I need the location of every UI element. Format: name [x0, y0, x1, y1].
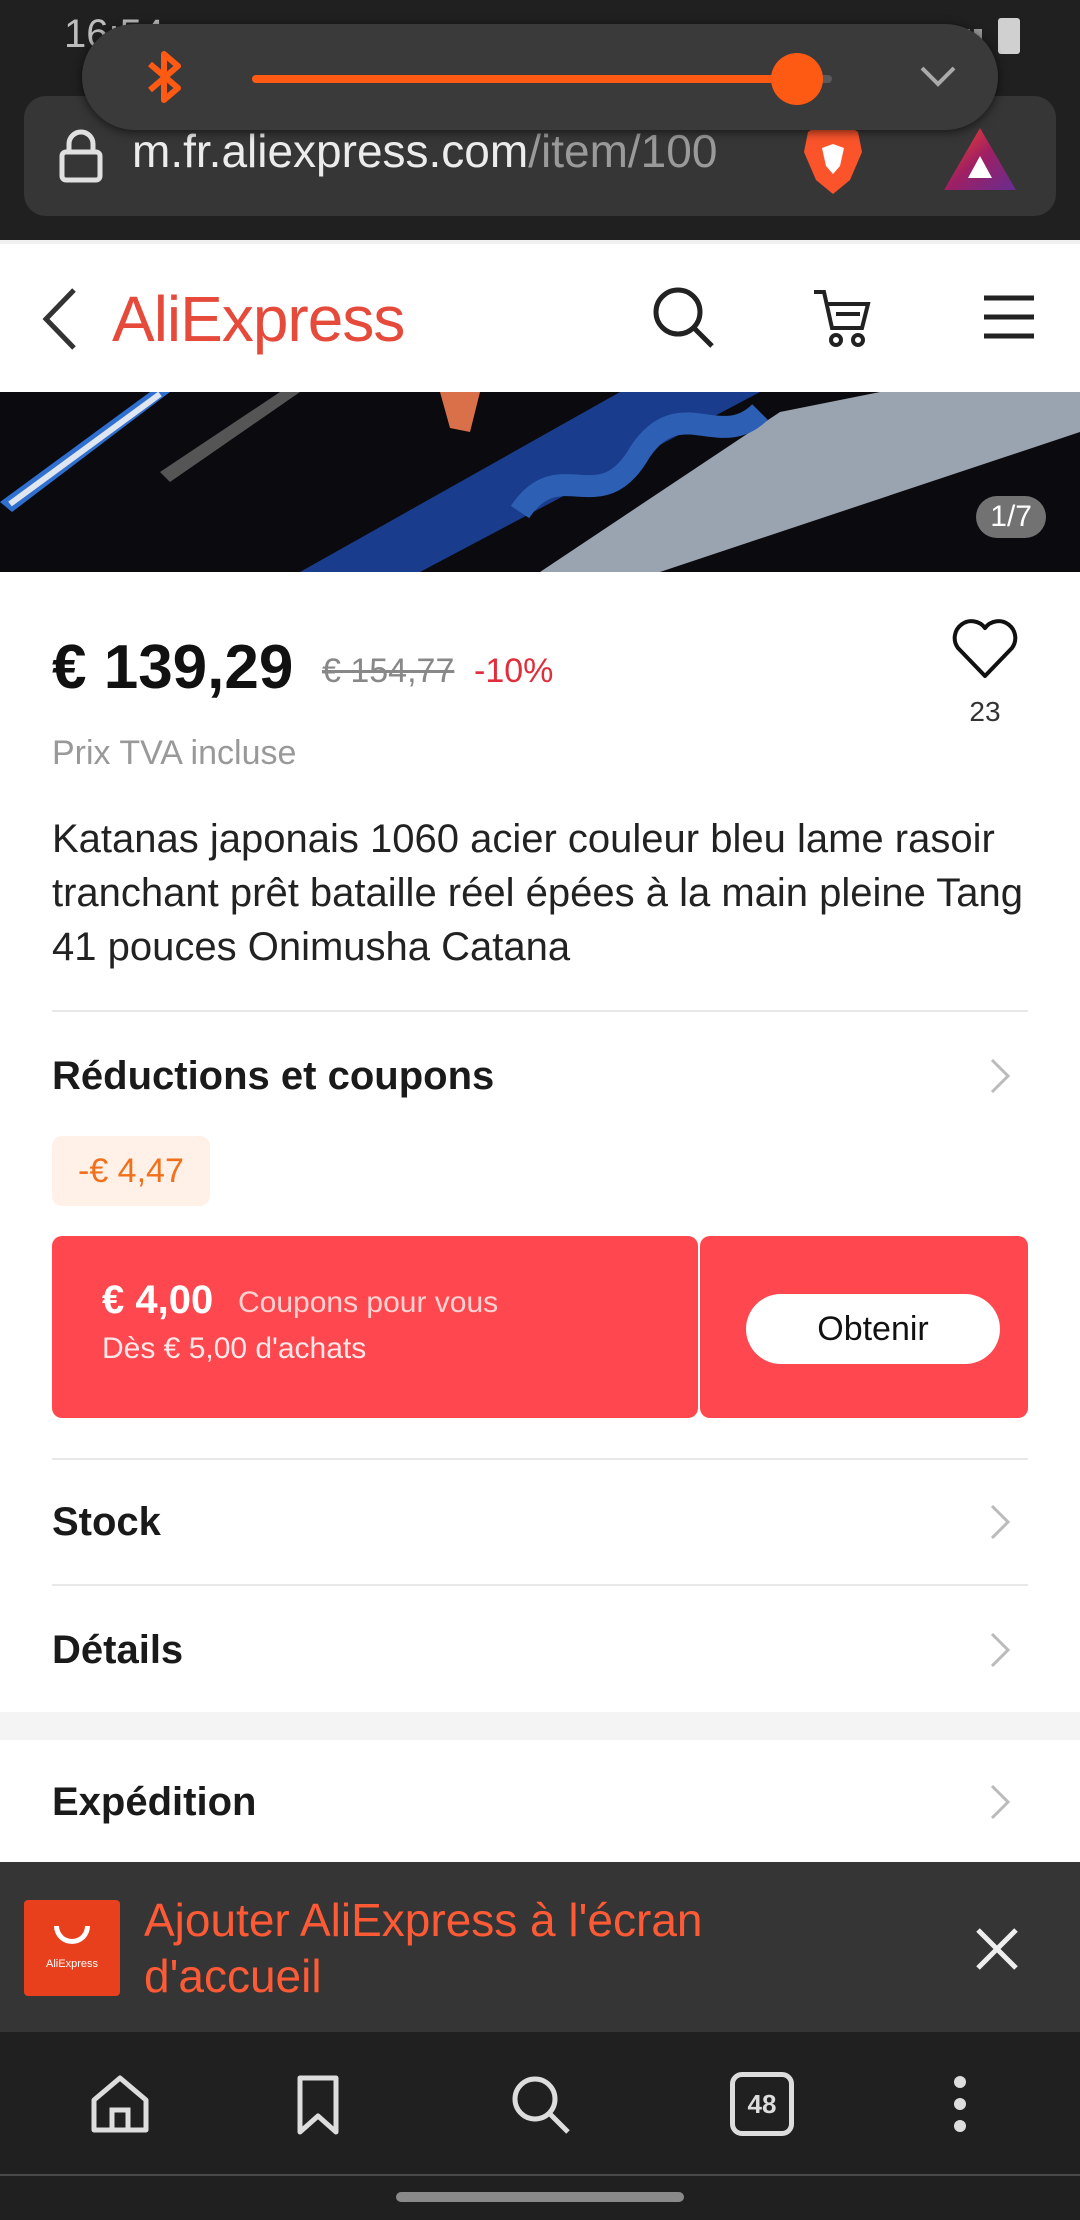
- stock-label: Stock: [52, 1500, 161, 1544]
- details-label: Détails: [52, 1628, 184, 1672]
- aliexpress-app-icon: AliExpress: [24, 1900, 120, 1996]
- volume-panel: [82, 24, 998, 130]
- volume-slider-fill: [252, 75, 798, 83]
- brave-rewards-icon[interactable]: [942, 126, 1018, 192]
- url-domain: m.fr.aliexpress.com: [132, 125, 529, 177]
- divider: [52, 1458, 1028, 1460]
- add-to-home-text[interactable]: Ajouter AliExpress à l'écran d'accueil: [144, 1892, 764, 2004]
- gesture-handle[interactable]: [396, 2192, 684, 2202]
- shipping-label: Expédition: [52, 1780, 257, 1824]
- search-icon[interactable]: [650, 284, 716, 350]
- coupon-title: Coupons pour vous: [238, 1286, 499, 1319]
- product-title: Katanas japonais 1060 acier couleur bleu…: [52, 817, 1024, 969]
- price: € 139,29: [52, 633, 294, 702]
- coupon-card: € 4,00 Coupons pour vous Dès € 5,00 d'ac…: [52, 1236, 1028, 1418]
- divider: [52, 1010, 1028, 1012]
- original-price: € 154,77: [322, 652, 455, 690]
- search-icon[interactable]: [508, 2072, 572, 2136]
- chevron-right-icon: [990, 1058, 1011, 1094]
- coupon-value: € 4,00: [102, 1278, 214, 1322]
- coupon-action: Obtenir: [700, 1236, 1028, 1418]
- battery-icon: [998, 18, 1020, 54]
- cart-icon[interactable]: [810, 284, 876, 350]
- lock-icon: [59, 129, 103, 183]
- browser-bottom-nav: 48: [0, 2032, 1080, 2174]
- bluetooth-icon: [148, 51, 181, 103]
- close-icon[interactable]: [970, 1922, 1024, 1976]
- coupons-label: Réductions et coupons: [52, 1054, 495, 1098]
- app-icon-label: AliExpress: [46, 1958, 98, 1970]
- bookmark-icon[interactable]: [286, 2072, 350, 2136]
- volume-slider-thumb[interactable]: [771, 53, 824, 105]
- menu-icon[interactable]: [976, 284, 1042, 350]
- vat-note: Prix TVA incluse: [52, 734, 297, 772]
- tab-count: 48: [747, 2089, 777, 2119]
- more-options-icon[interactable]: [928, 2072, 992, 2136]
- tabs-button[interactable]: 48: [730, 2072, 794, 2136]
- volume-slider[interactable]: [252, 53, 832, 105]
- url-text[interactable]: m.fr.aliexpress.com/item/100: [132, 124, 792, 178]
- site-header: AliExpress: [0, 240, 1080, 392]
- get-coupon-button[interactable]: Obtenir: [746, 1294, 1000, 1364]
- coupon-info: € 4,00 Coupons pour vous Dès € 5,00 d'ac…: [52, 1236, 698, 1418]
- chevron-right-icon: [990, 1504, 1011, 1540]
- aliexpress-logo[interactable]: AliExpress: [112, 282, 405, 356]
- gesture-area: [0, 2174, 1080, 2220]
- url-path: /item/100: [528, 125, 718, 177]
- chevron-right-icon: [990, 1784, 1011, 1820]
- product-image-gallery[interactable]: 1/7: [0, 392, 1080, 572]
- coupon-min-spend: Dès € 5,00 d'achats: [102, 1332, 367, 1365]
- chevron-right-icon: [990, 1632, 1011, 1668]
- back-arrow-icon[interactable]: [40, 286, 82, 352]
- discount-badge: -10%: [474, 652, 554, 690]
- chevron-down-icon[interactable]: [916, 56, 960, 96]
- product-image: [0, 392, 1080, 572]
- add-to-home-banner[interactable]: AliExpress Ajouter AliExpress à l'écran …: [0, 1862, 1080, 2032]
- section-separator: [0, 1712, 1080, 1740]
- promo-chip[interactable]: -€ 4,47: [52, 1136, 210, 1206]
- image-counter: 1/7: [976, 496, 1046, 538]
- wishlist-count: 23: [969, 696, 1001, 727]
- home-icon[interactable]: [88, 2072, 152, 2136]
- heart-icon[interactable]: [950, 616, 1020, 680]
- brave-shields-icon[interactable]: [800, 122, 866, 196]
- divider: [52, 1584, 1028, 1586]
